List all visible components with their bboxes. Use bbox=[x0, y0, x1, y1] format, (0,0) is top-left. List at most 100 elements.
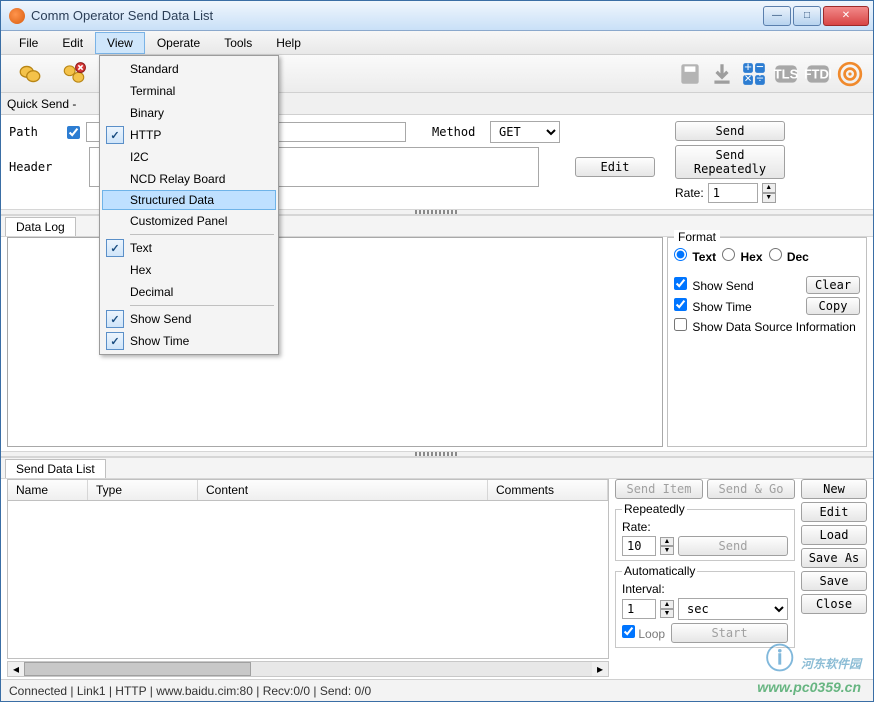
show-time-checkbox[interactable]: Show Time bbox=[674, 298, 752, 314]
window-title: Comm Operator Send Data List bbox=[31, 8, 213, 23]
svg-text:FTDI: FTDI bbox=[805, 66, 831, 81]
check-icon: ✓ bbox=[106, 310, 124, 328]
interval-down[interactable]: ▼ bbox=[660, 609, 674, 618]
toolbar-save-icon[interactable] bbox=[675, 59, 705, 89]
data-log-tab[interactable]: Data Log bbox=[5, 217, 76, 236]
view-hex[interactable]: Hex bbox=[102, 259, 276, 281]
check-icon: ✓ bbox=[106, 126, 124, 144]
send-item-button[interactable]: Send Item bbox=[615, 479, 703, 499]
statusbar: Connected | Link1 | HTTP | www.baidu.cim… bbox=[1, 679, 873, 701]
menu-operate[interactable]: Operate bbox=[145, 32, 212, 54]
connect-button[interactable] bbox=[9, 59, 51, 89]
rate-input[interactable] bbox=[708, 183, 758, 203]
menu-file[interactable]: File bbox=[7, 32, 50, 54]
path-label: Path bbox=[9, 125, 61, 139]
view-standard[interactable]: Standard bbox=[102, 58, 276, 80]
menu-tools[interactable]: Tools bbox=[212, 32, 264, 54]
col-name[interactable]: Name bbox=[8, 480, 88, 500]
titlebar: Comm Operator Send Data List — □ ✕ bbox=[1, 1, 873, 31]
header-label: Header bbox=[9, 160, 61, 174]
format-title: Format bbox=[674, 230, 720, 244]
svg-text:÷: ÷ bbox=[756, 70, 763, 85]
send-go-button[interactable]: Send & Go bbox=[707, 479, 795, 499]
col-content[interactable]: Content bbox=[198, 480, 488, 500]
interval-unit[interactable]: sec bbox=[678, 598, 788, 620]
disconnect-button[interactable] bbox=[53, 59, 95, 89]
toolbar-calc-icon[interactable]: +−×÷ bbox=[739, 59, 769, 89]
auto-legend: Automatically bbox=[622, 564, 697, 578]
new-button[interactable]: New bbox=[801, 479, 867, 499]
interval-input[interactable] bbox=[622, 599, 656, 619]
view-ncd[interactable]: NCD Relay Board bbox=[102, 168, 276, 190]
rep-send-button[interactable]: Send bbox=[678, 536, 788, 556]
load-button[interactable]: Load bbox=[801, 525, 867, 545]
send-repeatedly-button[interactable]: Send Repeatedly bbox=[675, 145, 785, 179]
app-icon bbox=[9, 8, 25, 24]
save-button-list[interactable]: Save bbox=[801, 571, 867, 591]
format-panel: Format Text Hex Dec Show Send Clear Show… bbox=[667, 237, 867, 447]
view-custom[interactable]: Customized Panel bbox=[102, 210, 276, 232]
automatically-group: Automatically Interval: ▲▼ sec Loop Star… bbox=[615, 564, 795, 648]
menu-help[interactable]: Help bbox=[264, 32, 313, 54]
toolbar-target-icon[interactable] bbox=[835, 59, 865, 89]
clear-button[interactable]: Clear bbox=[806, 276, 860, 294]
minimize-button[interactable]: — bbox=[763, 6, 791, 26]
close-button[interactable]: ✕ bbox=[823, 6, 869, 26]
close-list-button[interactable]: Close bbox=[801, 594, 867, 614]
edit-list-button[interactable]: Edit bbox=[801, 502, 867, 522]
svg-text:TLS: TLS bbox=[774, 66, 799, 81]
loop-checkbox[interactable]: Loop bbox=[622, 625, 665, 641]
rep-rate-up[interactable]: ▲ bbox=[660, 537, 674, 546]
rep-rate-label: Rate: bbox=[622, 520, 651, 534]
status-text: Connected | Link1 | HTTP | www.baidu.cim… bbox=[9, 684, 371, 698]
toolbar-ftdi-icon[interactable]: FTDI bbox=[803, 59, 833, 89]
menu-edit[interactable]: Edit bbox=[50, 32, 95, 54]
method-select[interactable]: GET bbox=[490, 121, 560, 143]
toolbar-download-icon[interactable] bbox=[707, 59, 737, 89]
format-text[interactable]: Text bbox=[674, 248, 716, 264]
view-binary[interactable]: Binary bbox=[102, 102, 276, 124]
table-body[interactable] bbox=[7, 501, 609, 659]
quick-send-label[interactable]: Quick Send - bbox=[7, 97, 76, 111]
save-as-button[interactable]: Save As bbox=[801, 548, 867, 568]
rate-up[interactable]: ▲ bbox=[762, 183, 776, 193]
rate-label: Rate: bbox=[675, 186, 704, 200]
h-scrollbar[interactable]: ◂▸ bbox=[7, 661, 609, 677]
view-text[interactable]: ✓Text bbox=[102, 237, 276, 259]
rate-down[interactable]: ▼ bbox=[762, 193, 776, 203]
menubar: File Edit View Operate Tools Help bbox=[1, 31, 873, 55]
view-structured[interactable]: Structured Data bbox=[102, 190, 276, 210]
interval-up[interactable]: ▲ bbox=[660, 600, 674, 609]
path-checkbox[interactable] bbox=[67, 126, 80, 139]
view-show-time[interactable]: ✓Show Time bbox=[102, 330, 276, 352]
col-type[interactable]: Type bbox=[88, 480, 198, 500]
show-dsi-checkbox[interactable]: Show Data Source Information bbox=[674, 318, 856, 334]
toolbar-tls-icon[interactable]: TLS bbox=[771, 59, 801, 89]
view-show-send[interactable]: ✓Show Send bbox=[102, 308, 276, 330]
maximize-button[interactable]: □ bbox=[793, 6, 821, 26]
edit-button[interactable]: Edit bbox=[575, 157, 655, 177]
view-dropdown: Standard Terminal Binary ✓HTTP I2C NCD R… bbox=[99, 55, 279, 355]
view-i2c[interactable]: I2C bbox=[102, 146, 276, 168]
start-button[interactable]: Start bbox=[671, 623, 788, 643]
format-hex[interactable]: Hex bbox=[722, 248, 762, 264]
send-data-list-tabbar: Send Data List bbox=[1, 457, 873, 479]
repeatedly-legend: Repeatedly bbox=[622, 502, 687, 516]
view-http[interactable]: ✓HTTP bbox=[102, 124, 276, 146]
rep-rate-down[interactable]: ▼ bbox=[660, 546, 674, 555]
interval-label: Interval: bbox=[622, 582, 788, 596]
col-comments[interactable]: Comments bbox=[488, 480, 608, 500]
show-send-checkbox[interactable]: Show Send bbox=[674, 277, 754, 293]
view-decimal[interactable]: Decimal bbox=[102, 281, 276, 303]
check-icon: ✓ bbox=[106, 239, 124, 257]
rep-rate-input[interactable] bbox=[622, 536, 656, 556]
repeatedly-group: Repeatedly Rate: ▲▼ Send bbox=[615, 502, 795, 561]
copy-button[interactable]: Copy bbox=[806, 297, 860, 315]
send-data-list-tab[interactable]: Send Data List bbox=[5, 459, 106, 478]
format-dec[interactable]: Dec bbox=[769, 248, 809, 264]
method-label: Method bbox=[432, 125, 484, 139]
send-button[interactable]: Send bbox=[675, 121, 785, 141]
view-terminal[interactable]: Terminal bbox=[102, 80, 276, 102]
menu-view[interactable]: View bbox=[95, 32, 145, 54]
table-header: Name Type Content Comments bbox=[7, 479, 609, 501]
